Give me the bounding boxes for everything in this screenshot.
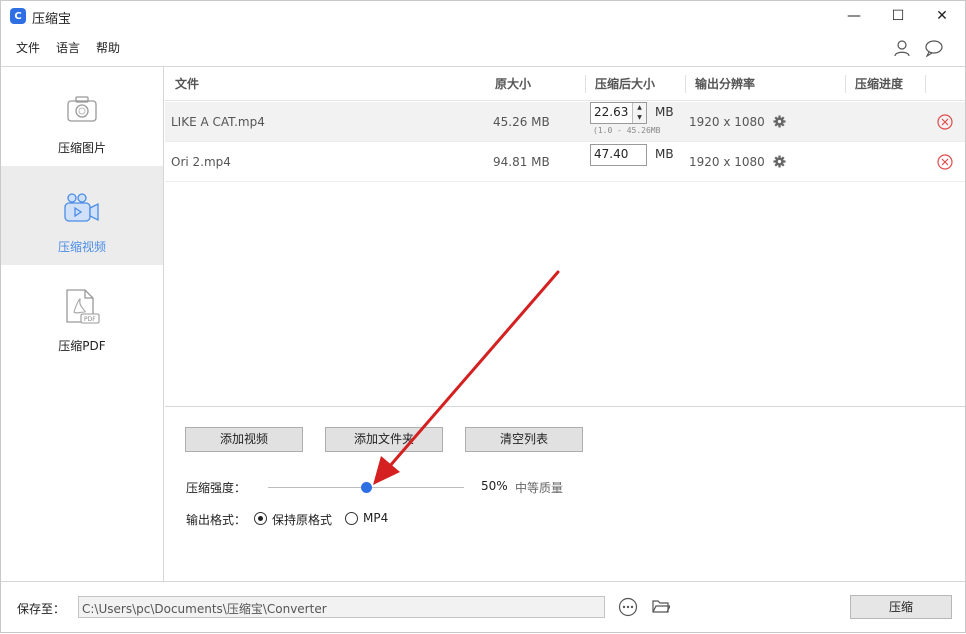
- remove-row-icon[interactable]: [937, 114, 953, 130]
- title-bar: C 压缩宝 — ☐ ✕: [1, 1, 965, 31]
- remove-row-icon[interactable]: [937, 154, 953, 170]
- add-video-button[interactable]: 添加视频: [185, 427, 303, 452]
- table-row[interactable]: LIKE A CAT.mp4 45.26 MB 22.63 ▲ ▼ MB (1.…: [165, 102, 965, 142]
- open-folder-icon[interactable]: [652, 598, 670, 614]
- sidebar-item-compress-pdf[interactable]: PDF 压缩PDF: [1, 265, 163, 364]
- gear-icon[interactable]: [773, 155, 786, 168]
- output-resolution: 1920 x 1080: [689, 142, 786, 182]
- target-size-stepper[interactable]: 22.63 ▲ ▼: [590, 102, 647, 124]
- target-size-value: 47.40: [594, 147, 628, 161]
- header-output-resolution[interactable]: 输出分辨率: [695, 67, 755, 101]
- gear-icon[interactable]: [773, 115, 786, 128]
- format-mp4-label[interactable]: MP4: [363, 511, 388, 525]
- sidebar-item-label: 压缩视频: [58, 238, 106, 255]
- table-row[interactable]: Ori 2.mp4 94.81 MB 47.40 MB 1920 x 1080: [165, 142, 965, 182]
- size-range-hint: (1.0 - 45.26MB: [593, 126, 660, 135]
- table-header: 文件 原大小 压缩后大小 输出分辨率 压缩进度: [165, 67, 965, 101]
- output-path-field[interactable]: C:\Users\pc\Documents\压缩宝\Converter: [78, 596, 605, 618]
- menu-file[interactable]: 文件: [1, 35, 48, 59]
- resolution-value: 1920 x 1080: [689, 115, 765, 129]
- header-original-size[interactable]: 原大小: [495, 67, 531, 101]
- maximize-button[interactable]: ☐: [875, 1, 921, 31]
- slider-thumb[interactable]: [361, 482, 372, 493]
- output-resolution: 1920 x 1080: [689, 102, 786, 142]
- target-size-field[interactable]: 47.40: [590, 144, 647, 166]
- menu-language[interactable]: 语言: [48, 35, 88, 59]
- original-size: 94.81 MB: [493, 142, 550, 182]
- window-title: 压缩宝: [32, 8, 71, 27]
- sidebar-item-label: 压缩图片: [58, 139, 106, 156]
- size-unit: MB: [655, 105, 674, 119]
- compress-button[interactable]: 压缩: [850, 595, 952, 619]
- quality-level-text: 中等质量: [515, 479, 563, 496]
- camera-icon: [62, 89, 102, 129]
- header-separator: [685, 75, 686, 93]
- svg-text:PDF: PDF: [84, 316, 96, 323]
- sidebar-item-compress-video[interactable]: 压缩视频: [1, 166, 163, 265]
- header-file[interactable]: 文件: [175, 67, 199, 101]
- app-window: C 压缩宝 — ☐ ✕ 文件 语言 帮助 压缩图片: [0, 0, 966, 633]
- sidebar-item-label: 压缩PDF: [58, 337, 105, 354]
- file-name: Ori 2.mp4: [171, 142, 231, 182]
- file-name: LIKE A CAT.mp4: [171, 102, 265, 142]
- sidebar-item-compress-image[interactable]: 压缩图片: [1, 67, 163, 166]
- sidebar: 压缩图片 压缩视频 PDF: [1, 67, 164, 581]
- footer: 保存至： C:\Users\pc\Documents\压缩宝\Converter…: [1, 582, 965, 632]
- compression-strength-label: 压缩强度：: [186, 479, 246, 496]
- close-button[interactable]: ✕: [919, 1, 965, 31]
- format-keep-original-label[interactable]: 保持原格式: [272, 511, 332, 528]
- header-progress[interactable]: 压缩进度: [855, 67, 903, 101]
- target-size-value: 22.63: [594, 105, 628, 119]
- stepper-buttons[interactable]: ▲ ▼: [632, 103, 646, 123]
- size-unit: MB: [655, 147, 674, 161]
- compression-strength-slider[interactable]: [268, 487, 464, 488]
- settings-panel: 添加视频 添加文件夹 清空列表 压缩强度： 50% 中等质量 输出格式： 保持原…: [165, 407, 965, 581]
- file-table: 文件 原大小 压缩后大小 输出分辨率 压缩进度 LIKE A CAT.mp4 4…: [165, 67, 965, 406]
- original-size: 45.26 MB: [493, 102, 550, 142]
- stepper-down-icon[interactable]: ▼: [633, 113, 646, 123]
- header-compressed-size[interactable]: 压缩后大小: [595, 67, 655, 101]
- app-logo-icon: C: [10, 8, 26, 24]
- feedback-chat-icon[interactable]: [924, 39, 944, 57]
- save-to-label: 保存至：: [17, 600, 65, 617]
- video-camera-icon: [62, 188, 102, 228]
- user-icon[interactable]: [893, 39, 911, 57]
- format-mp4-radio[interactable]: [345, 512, 358, 525]
- menu-help[interactable]: 帮助: [88, 35, 128, 59]
- pdf-icon: PDF: [62, 287, 102, 327]
- menu-bar: 文件 语言 帮助: [1, 35, 128, 59]
- slider-fill: [268, 487, 366, 488]
- minimize-button[interactable]: —: [831, 1, 877, 31]
- compression-strength-value: 50%: [481, 479, 508, 493]
- header-separator: [925, 75, 926, 93]
- more-options-icon[interactable]: [618, 597, 638, 617]
- clear-list-button[interactable]: 清空列表: [465, 427, 583, 452]
- header-separator: [845, 75, 846, 93]
- header-separator: [585, 75, 586, 93]
- output-format-label: 输出格式：: [186, 511, 246, 528]
- add-folder-button[interactable]: 添加文件夹: [325, 427, 443, 452]
- stepper-up-icon[interactable]: ▲: [633, 103, 646, 113]
- resolution-value: 1920 x 1080: [689, 155, 765, 169]
- format-keep-original-radio[interactable]: [254, 512, 267, 525]
